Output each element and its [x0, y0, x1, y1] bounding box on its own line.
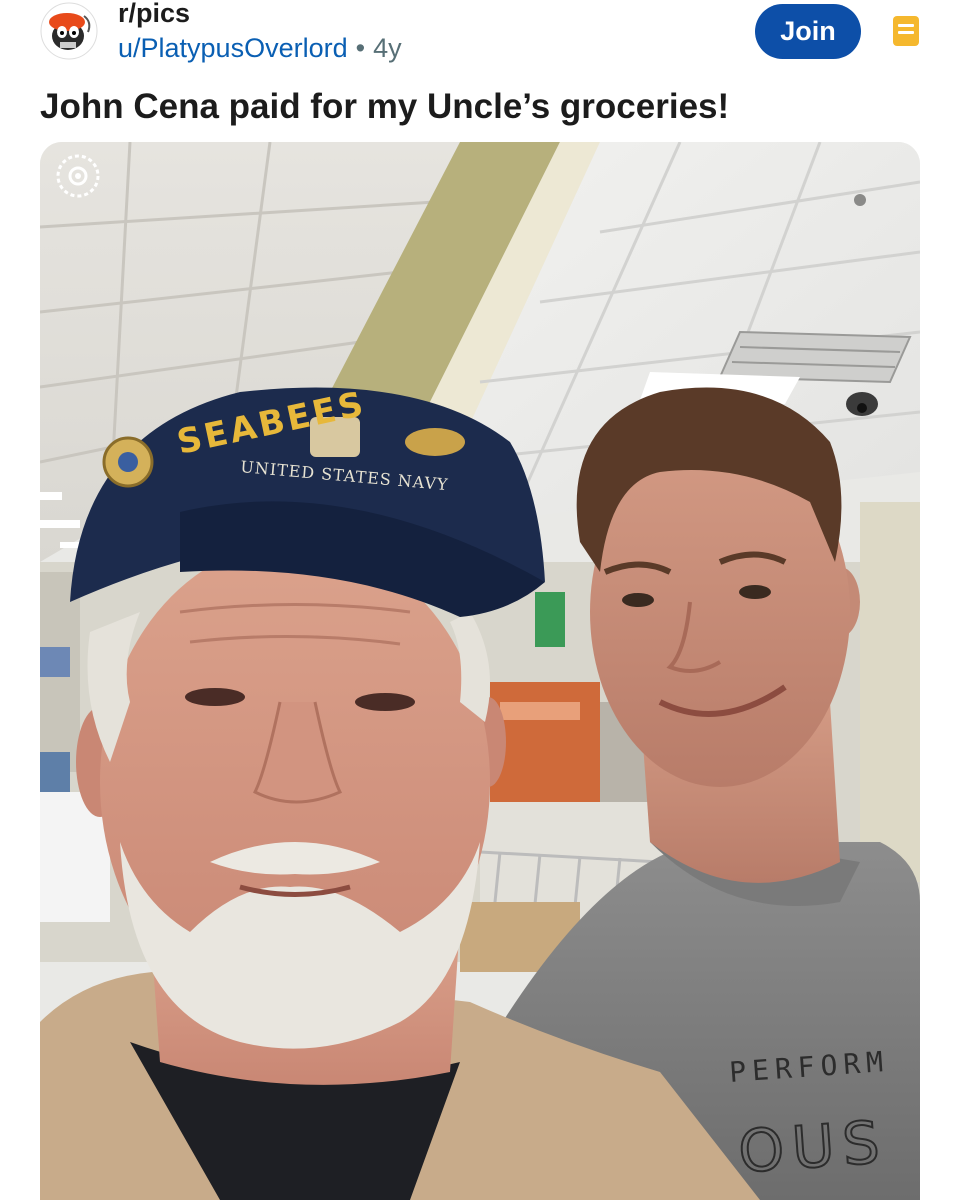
author-link[interactable]: u/PlatypusOverlord [118, 33, 348, 63]
post-image[interactable]: PERFORM OUS SEABEES UNITED STATES NAVY [40, 142, 920, 1200]
post-meta: r/pics u/PlatypusOverlord • 4y [118, 0, 402, 66]
post-header: r/pics u/PlatypusOverlord • 4y Join [0, 0, 961, 80]
join-button[interactable]: Join [755, 4, 861, 59]
saved-icon[interactable] [893, 16, 919, 46]
byline-separator: • [355, 33, 366, 63]
post-title[interactable]: John Cena paid for my Uncle’s groceries! [40, 84, 729, 130]
byline: u/PlatypusOverlord • 4y [118, 30, 402, 66]
subreddit-name[interactable]: r/pics [118, 0, 402, 30]
post-age: 4y [373, 33, 402, 63]
subreddit-avatar-icon[interactable] [40, 2, 98, 60]
shirt-text-bottom: OUS [736, 1108, 889, 1186]
